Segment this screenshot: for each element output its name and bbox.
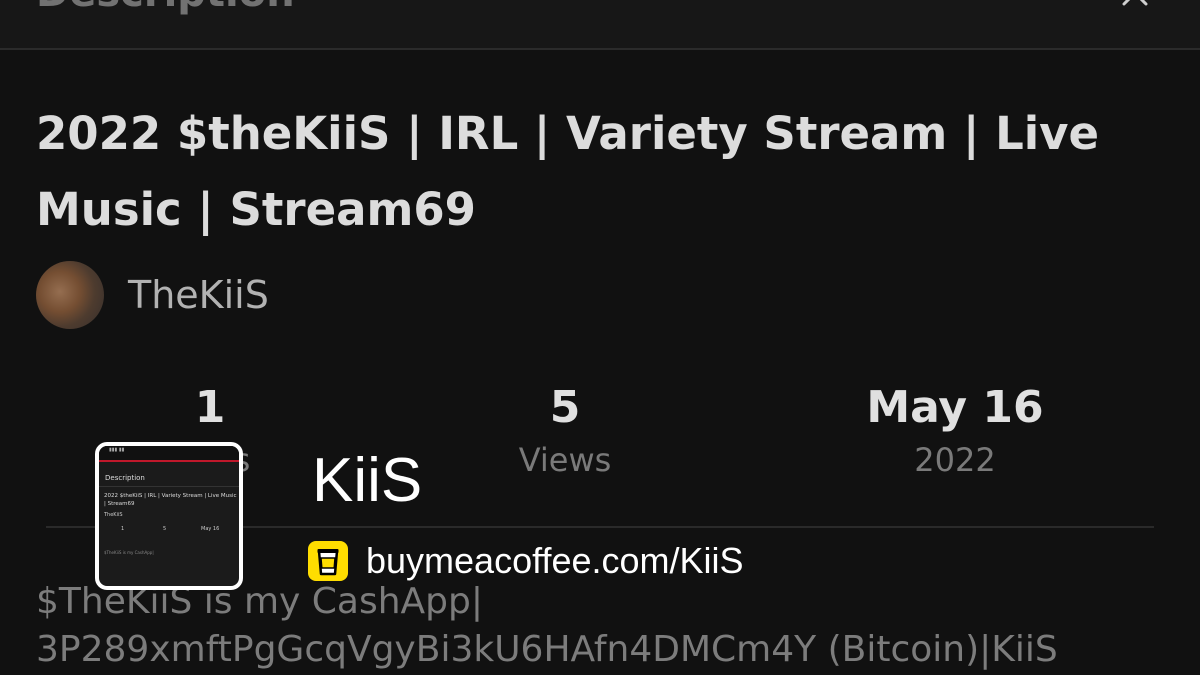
stat-date: May 16 2022 <box>830 378 1080 482</box>
channel-name[interactable]: TheKiiS <box>128 273 269 317</box>
video-title: 2022 $theKiiS | IRL | Variety Stream | L… <box>36 107 1100 236</box>
stat-views: 5 Views <box>465 378 665 482</box>
coffee-cup-icon <box>308 541 348 581</box>
panel-title: Description <box>36 0 295 16</box>
creator-name: KiiS <box>312 446 423 515</box>
avatar[interactable] <box>36 261 104 329</box>
views-label: Views <box>518 441 612 479</box>
screenshot-thumbnail: ▮▮▮ ▮▮ Description 2022 $theKiiS | IRL |… <box>95 442 243 590</box>
video-description: $TheKiiS is my CashApp| 3P289xmftPgGcqVg… <box>36 578 1176 674</box>
likes-count: 1 <box>194 382 226 433</box>
close-icon[interactable] <box>1122 0 1148 6</box>
support-link[interactable]: buymeacoffee.com/KiiS <box>308 540 744 582</box>
description-header: Description <box>0 0 1200 50</box>
description-line: 3P289xmftPgGcqVgyBi3kU6HAfn4DMCm4Y (Bitc… <box>36 629 1058 670</box>
views-count: 5 <box>549 382 581 433</box>
upload-year: 2022 <box>914 441 996 479</box>
support-link-text[interactable]: buymeacoffee.com/KiiS <box>366 540 744 582</box>
channel-link[interactable]: TheKiiS <box>36 260 269 330</box>
upload-date: May 16 <box>866 382 1044 433</box>
